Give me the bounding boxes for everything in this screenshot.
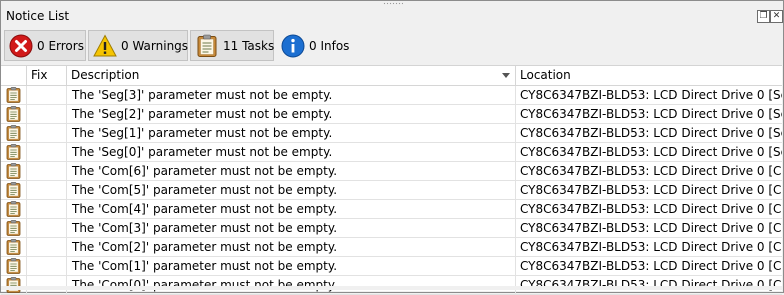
- warning-icon: [93, 33, 117, 56]
- row-description: The 'Com[6]' parameter must not be empty…: [67, 162, 516, 180]
- tasks-label: 11 Tasks: [223, 38, 275, 53]
- task-clipboard-icon: [6, 258, 21, 274]
- row-location: CY8C6347BZI-BLD53: LCD Direct Drive 0 [C…: [520, 202, 782, 216]
- row-icon-cell: [1, 143, 27, 161]
- table-row[interactable]: The 'Seg[1]' parameter must not be empty…: [1, 124, 782, 143]
- task-clipboard-icon: [6, 182, 21, 198]
- table-row[interactable]: The 'Com[3]' parameter must not be empty…: [1, 219, 782, 238]
- column-header-location[interactable]: Location: [516, 66, 782, 85]
- task-clipboard-icon: [6, 125, 21, 141]
- row-icon-cell: [1, 86, 27, 104]
- row-description: The 'Seg[3]' parameter must not be empty…: [67, 86, 516, 104]
- horizontal-scrollbar[interactable]: [1, 286, 782, 290]
- row-fix-cell[interactable]: [27, 105, 67, 123]
- tasks-filter-button[interactable]: 11 Tasks: [190, 30, 274, 61]
- infos-filter-button[interactable]: 0 Infos: [276, 30, 350, 61]
- row-location: CY8C6347BZI-BLD53: LCD Direct Drive 0 [S…: [520, 145, 782, 159]
- table-row[interactable]: The 'Seg[2]' parameter must not be empty…: [1, 105, 782, 124]
- toolbar: 0 Errors 0 Warnings 11 Tasks 0 Infos: [4, 30, 782, 63]
- close-icon[interactable]: ✕: [770, 10, 783, 23]
- task-clipboard-icon: [6, 163, 21, 179]
- column-header-icon[interactable]: [1, 66, 27, 85]
- task-clipboard-icon: [6, 277, 21, 293]
- row-fix-cell[interactable]: [27, 124, 67, 142]
- warnings-filter-button[interactable]: 0 Warnings: [88, 30, 188, 61]
- row-description: The 'Com[3]' parameter must not be empty…: [67, 219, 516, 237]
- warnings-label: 0 Warnings: [121, 38, 189, 53]
- row-fix-cell[interactable]: [27, 200, 67, 218]
- row-description: The 'Com[5]' parameter must not be empty…: [67, 181, 516, 199]
- task-clipboard-icon: [6, 87, 21, 103]
- row-description: The 'Seg[1]' parameter must not be empty…: [67, 124, 516, 142]
- row-fix-cell[interactable]: [27, 86, 67, 104]
- task-clipboard-icon: [6, 144, 21, 160]
- table-row[interactable]: The 'Com[2]' parameter must not be empty…: [1, 238, 782, 257]
- column-header-description-label: Description: [71, 68, 140, 82]
- row-location: CY8C6347BZI-BLD53: LCD Direct Drive 0 [C…: [520, 259, 782, 273]
- row-location: CY8C6347BZI-BLD53: LCD Direct Drive 0 [C…: [520, 240, 782, 254]
- row-description: The 'Seg[2]' parameter must not be empty…: [67, 105, 516, 123]
- row-fix-cell[interactable]: [27, 143, 67, 161]
- drag-grip[interactable]: [383, 2, 403, 5]
- row-icon-cell: [1, 219, 27, 237]
- row-icon-cell: [1, 238, 27, 256]
- task-clipboard-icon: [6, 220, 21, 236]
- row-fix-cell[interactable]: [27, 238, 67, 256]
- column-header-description[interactable]: Description: [67, 66, 516, 85]
- table-body: The 'Seg[3]' parameter must not be empty…: [1, 86, 782, 295]
- restore-icon[interactable]: ❐: [757, 10, 770, 23]
- table-row[interactable]: The 'Seg[0]' parameter must not be empty…: [1, 143, 782, 162]
- infos-label: 0 Infos: [309, 38, 350, 53]
- table-header: Fix Description Location: [1, 66, 782, 86]
- row-location: CY8C6347BZI-BLD53: LCD Direct Drive 0 [S…: [520, 88, 782, 102]
- row-location: CY8C6347BZI-BLD53: LCD Direct Drive 0 [C…: [520, 221, 782, 235]
- row-location: CY8C6347BZI-BLD53: LCD Direct Drive 0 [C…: [520, 278, 782, 292]
- sort-descending-icon: [502, 73, 510, 78]
- row-fix-cell[interactable]: [27, 162, 67, 180]
- row-icon-cell: [1, 181, 27, 199]
- errors-label: 0 Errors: [37, 38, 84, 53]
- row-icon-cell: [1, 257, 27, 275]
- row-description: The 'Com[4]' parameter must not be empty…: [67, 200, 516, 218]
- column-header-fix[interactable]: Fix: [27, 66, 67, 85]
- panel-title: Notice List: [6, 9, 70, 23]
- errors-filter-button[interactable]: 0 Errors: [4, 30, 86, 61]
- row-description: The 'Seg[0]' parameter must not be empty…: [67, 143, 516, 161]
- task-clipboard-icon: [6, 106, 21, 122]
- table-row[interactable]: The 'Com[5]' parameter must not be empty…: [1, 181, 782, 200]
- row-fix-cell[interactable]: [27, 276, 67, 294]
- row-location: CY8C6347BZI-BLD53: LCD Direct Drive 0 [S…: [520, 107, 782, 121]
- task-clipboard-icon: [197, 34, 217, 57]
- row-fix-cell[interactable]: [27, 219, 67, 237]
- row-location: CY8C6347BZI-BLD53: LCD Direct Drive 0 [C…: [520, 183, 782, 197]
- task-clipboard-icon: [6, 239, 21, 255]
- task-clipboard-icon: [6, 201, 21, 217]
- table-row[interactable]: The 'Com[6]' parameter must not be empty…: [1, 162, 782, 181]
- notice-table: Fix Description Location The 'Seg[3]' pa…: [1, 65, 782, 295]
- row-icon-cell: [1, 162, 27, 180]
- row-icon-cell: [1, 124, 27, 142]
- row-description: The 'Com[1]' parameter must not be empty…: [67, 257, 516, 275]
- row-fix-cell[interactable]: [27, 181, 67, 199]
- table-row[interactable]: The 'Com[4]' parameter must not be empty…: [1, 200, 782, 219]
- row-description: The 'Com[0]' parameter must not be empty…: [67, 276, 516, 294]
- row-icon-cell: [1, 105, 27, 123]
- info-icon: [281, 34, 305, 57]
- row-icon-cell: [1, 276, 27, 294]
- table-row[interactable]: The 'Com[1]' parameter must not be empty…: [1, 257, 782, 276]
- row-location: CY8C6347BZI-BLD53: LCD Direct Drive 0 [S…: [520, 126, 782, 140]
- row-icon-cell: [1, 200, 27, 218]
- row-description: The 'Com[2]' parameter must not be empty…: [67, 238, 516, 256]
- table-row[interactable]: The 'Seg[3]' parameter must not be empty…: [1, 86, 782, 105]
- row-location: CY8C6347BZI-BLD53: LCD Direct Drive 0 [C…: [520, 164, 782, 178]
- error-icon: [9, 34, 33, 57]
- row-fix-cell[interactable]: [27, 257, 67, 275]
